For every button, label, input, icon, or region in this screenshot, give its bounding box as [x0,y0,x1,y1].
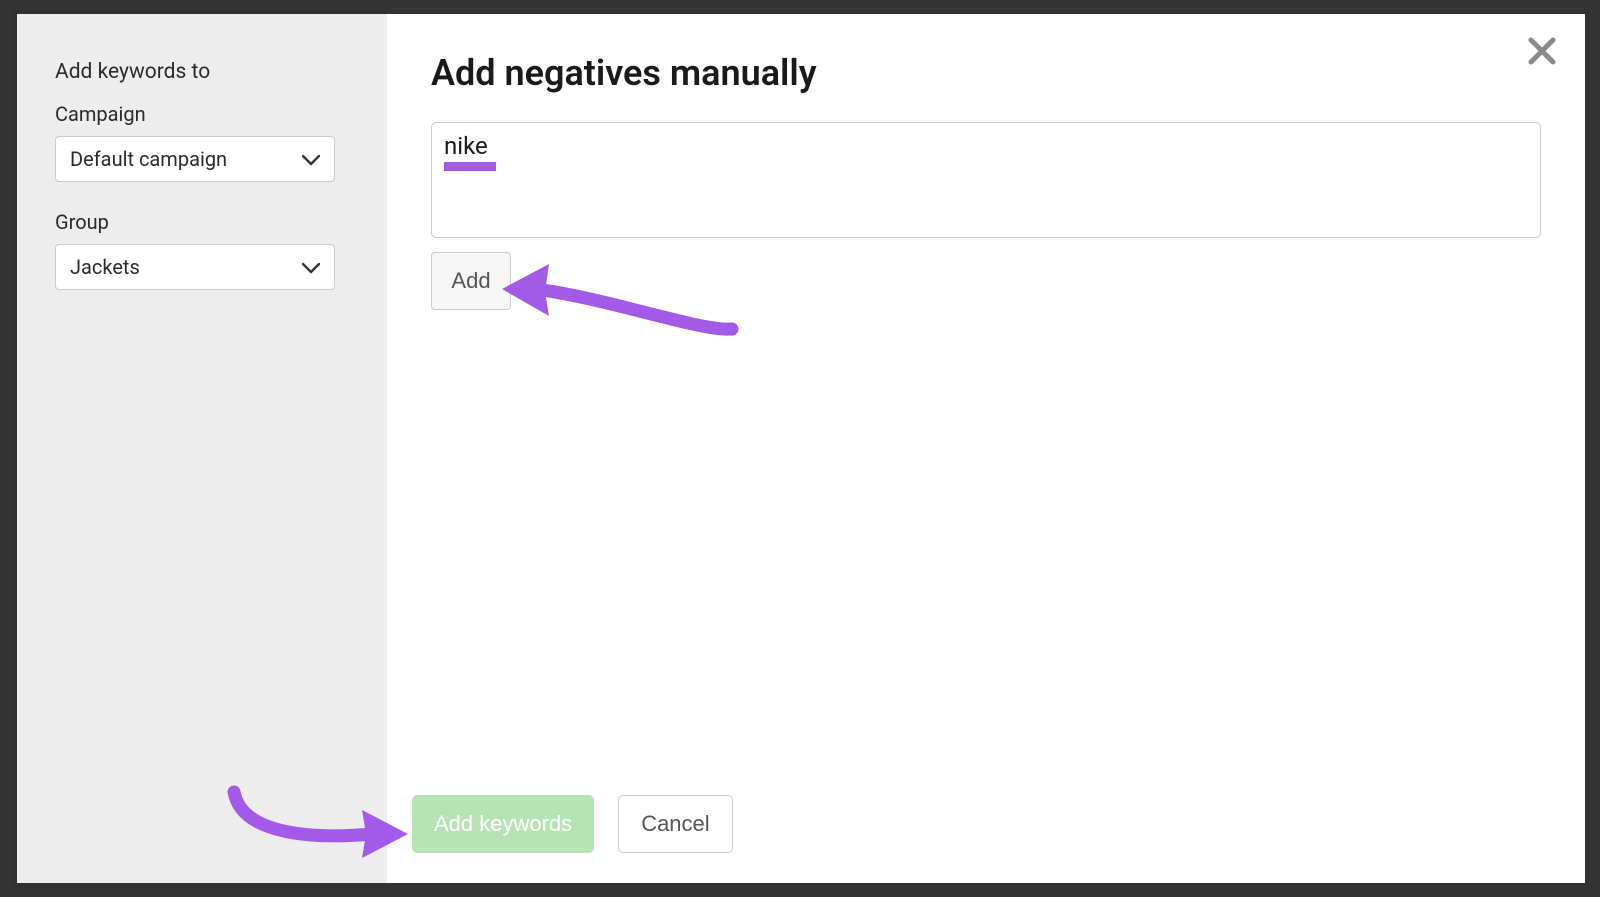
annotation-highlight [444,162,496,171]
keywords-textarea-value: nike [444,133,1528,159]
cancel-button[interactable]: Cancel [618,795,732,853]
chevron-down-icon [302,255,320,279]
add-negatives-modal: Add keywords to Campaign Default campaig… [17,14,1585,883]
group-label: Group [55,210,349,234]
campaign-select-value: Default campaign [70,147,227,171]
cancel-button-label: Cancel [641,811,709,837]
group-select[interactable]: Jackets [55,244,335,290]
keywords-textarea[interactable]: nike [431,122,1541,238]
add-keywords-button[interactable]: Add keywords [412,795,594,853]
sidebar: Add keywords to Campaign Default campaig… [17,14,387,883]
group-select-value: Jackets [70,255,140,279]
close-icon[interactable] [1527,36,1557,70]
campaign-select[interactable]: Default campaign [55,136,335,182]
campaign-label: Campaign [55,102,349,126]
main-panel: Add negatives manually nike Add [387,14,1585,883]
modal-title: Add negatives manually [431,52,1541,94]
modal-footer: Add keywords Cancel [412,795,733,853]
add-button[interactable]: Add [431,252,511,310]
add-keywords-button-label: Add keywords [434,811,572,837]
add-button-label: Add [451,268,490,294]
chevron-down-icon [302,147,320,171]
sidebar-title: Add keywords to [55,60,349,84]
